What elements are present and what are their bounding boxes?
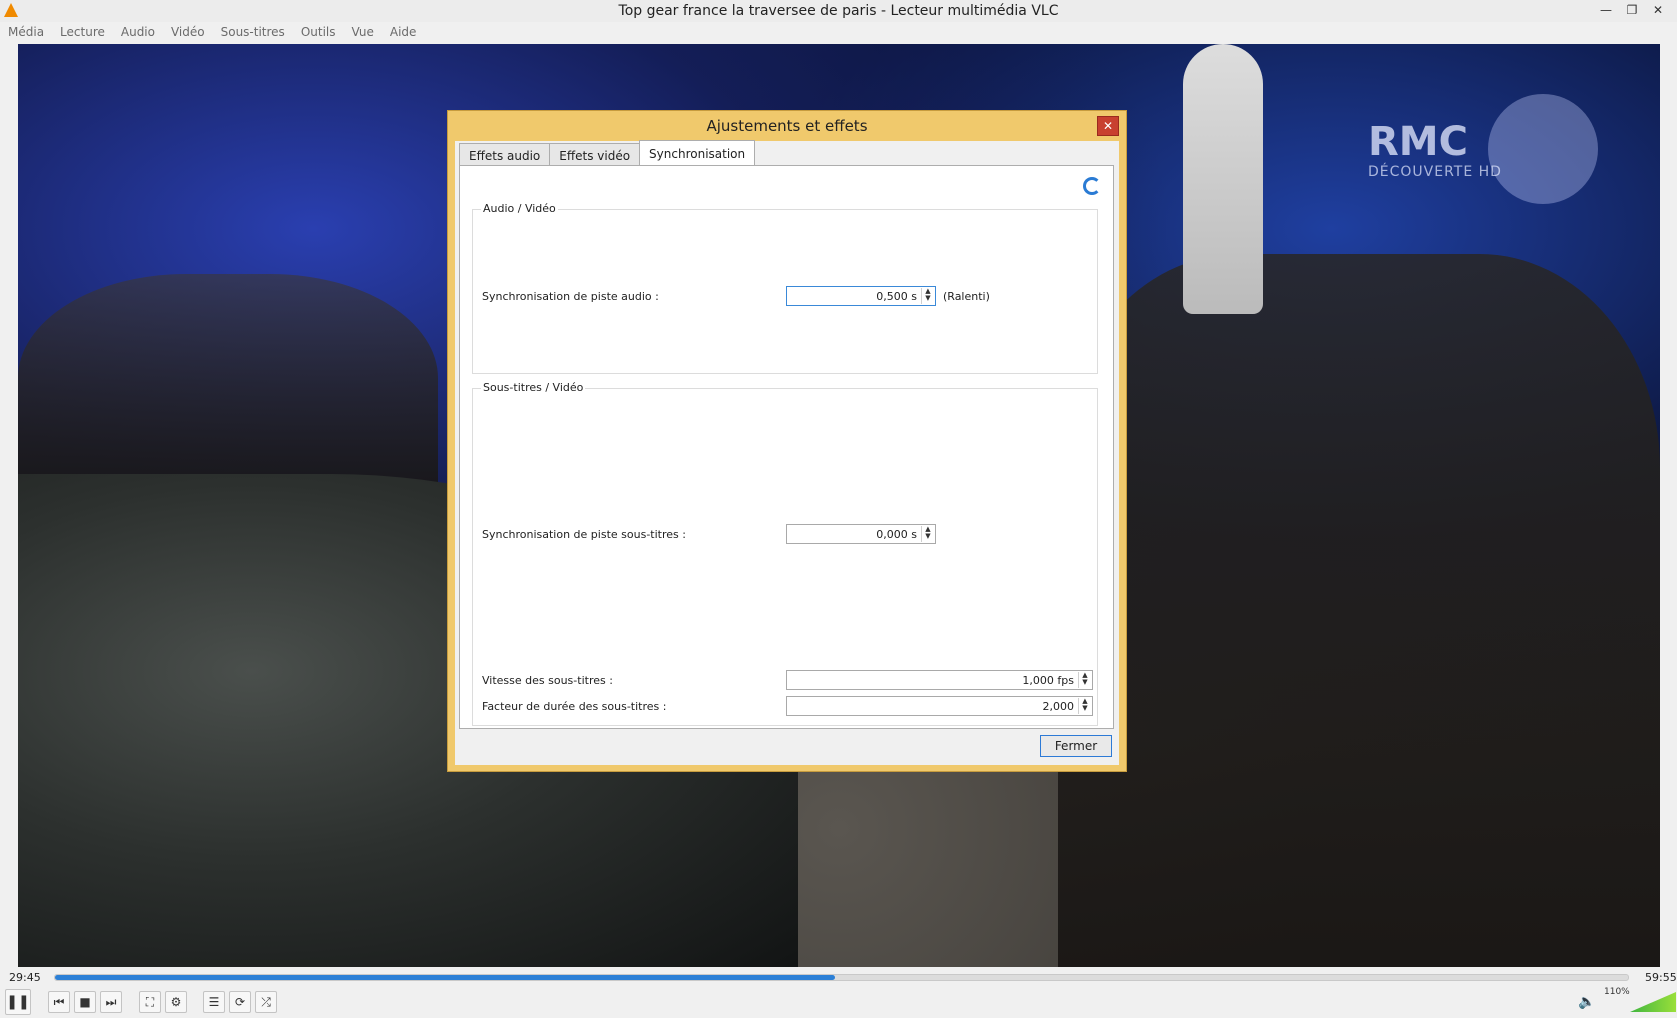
- menu-sous-titres[interactable]: Sous-titres: [213, 22, 293, 44]
- tab-effets-video[interactable]: Effets vidéo: [549, 143, 641, 165]
- previous-button[interactable]: ⏮: [48, 991, 70, 1013]
- menu-media[interactable]: Média: [0, 22, 52, 44]
- next-button[interactable]: ⏭: [100, 991, 122, 1013]
- sub-sync-label: Synchronisation de piste sous-titres :: [482, 528, 686, 541]
- volume-label: 110%: [1604, 987, 1630, 997]
- sub-speed-value: 1,000 fps: [1022, 674, 1074, 687]
- fermer-button[interactable]: Fermer: [1040, 735, 1112, 757]
- sub-speed-spinbox[interactable]: 1,000 fps ▲ ▼: [786, 670, 1093, 690]
- group-subtitles-label: Sous-titres / Vidéo: [481, 381, 586, 394]
- reset-icon[interactable]: [1083, 177, 1101, 195]
- menu-vue[interactable]: Vue: [344, 22, 382, 44]
- audio-sync-note: (Ralenti): [943, 290, 990, 303]
- tab-effets-audio[interactable]: Effets audio: [459, 143, 551, 165]
- seek-slider[interactable]: [54, 974, 1629, 981]
- spin-arrows-icon[interactable]: ▲ ▼: [1078, 698, 1091, 714]
- menu-lecture[interactable]: Lecture: [52, 22, 113, 44]
- loop-button[interactable]: ⟳: [229, 991, 251, 1013]
- stop-button[interactable]: ■: [74, 991, 96, 1013]
- sub-speed-label: Vitesse des sous-titres :: [482, 674, 613, 687]
- spin-arrows-icon[interactable]: ▲ ▼: [921, 526, 934, 542]
- audio-sync-value: 0,500 s: [876, 290, 917, 303]
- channel-logo: RMC: [1368, 119, 1468, 165]
- fullscreen-button[interactable]: ⛶: [139, 991, 161, 1013]
- sub-sync-spinbox[interactable]: 0,000 s ▲ ▼: [786, 524, 936, 544]
- close-window-button[interactable]: ✕: [1645, 0, 1671, 20]
- spin-arrows-icon[interactable]: ▲ ▼: [921, 288, 934, 304]
- shuffle-button[interactable]: ⤮: [255, 991, 277, 1013]
- group-audio-video-label: Audio / Vidéo: [481, 202, 558, 215]
- extended-settings-button[interactable]: ⚙: [165, 991, 187, 1013]
- menubar: Média Lecture Audio Vidéo Sous-titres Ou…: [0, 22, 1677, 44]
- channel-logo-subtitle: DÉCOUVERTE HD: [1368, 164, 1502, 180]
- dialog-close-icon[interactable]: ✕: [1097, 116, 1119, 136]
- sub-sync-value: 0,000 s: [876, 528, 917, 541]
- sync-panel: Audio / Vidéo Synchronisation de piste a…: [459, 165, 1114, 729]
- window-titlebar: Top gear france la traversee de paris - …: [0, 0, 1677, 22]
- channel-logo-globe: [1488, 94, 1598, 204]
- pause-button[interactable]: ❚❚: [5, 989, 31, 1015]
- seek-row: 29:45 59:55: [0, 967, 1677, 987]
- group-audio-video: Audio / Vidéo Synchronisation de piste a…: [472, 202, 1098, 374]
- menu-outils[interactable]: Outils: [293, 22, 344, 44]
- elapsed-time: 29:45: [9, 971, 41, 984]
- video-scene-crowd-right: [1058, 254, 1660, 967]
- menu-aide[interactable]: Aide: [382, 22, 425, 44]
- menu-video[interactable]: Vidéo: [163, 22, 213, 44]
- dialog-tabs: Effets audio Effets vidéo Synchronisatio…: [459, 140, 756, 165]
- dialog-title: Ajustements et effets: [706, 117, 868, 135]
- menu-audio[interactable]: Audio: [113, 22, 163, 44]
- seek-progress-fill: [55, 975, 836, 980]
- sub-duration-label: Facteur de durée des sous-titres :: [482, 700, 667, 713]
- sub-duration-spinbox[interactable]: 2,000 ▲ ▼: [786, 696, 1093, 716]
- dialog-body: Effets audio Effets vidéo Synchronisatio…: [455, 140, 1119, 765]
- spin-arrows-icon[interactable]: ▲ ▼: [1078, 672, 1091, 688]
- sub-duration-value: 2,000: [1042, 700, 1075, 713]
- tab-synchronisation[interactable]: Synchronisation: [639, 140, 756, 165]
- volume-slider[interactable]: [1630, 992, 1676, 1012]
- window-title: Top gear france la traversee de paris - …: [618, 3, 1059, 19]
- group-subtitles-video: Sous-titres / Vidéo Synchronisation de p…: [472, 381, 1098, 726]
- audio-sync-label: Synchronisation de piste audio :: [482, 290, 659, 303]
- speaker-icon[interactable]: 🔈: [1578, 994, 1595, 1010]
- maximize-button[interactable]: ❐: [1619, 0, 1645, 20]
- playlist-button[interactable]: ☰: [203, 991, 225, 1013]
- controls-bar: ❚❚ ⏮ ■ ⏭ ⛶ ⚙ ☰ ⟳ ⤮ 🔈 110%: [0, 987, 1677, 1018]
- minimize-button[interactable]: —: [1593, 0, 1619, 20]
- video-scene-figure: [1183, 44, 1263, 314]
- audio-sync-spinbox[interactable]: 0,500 s ▲ ▼: [786, 286, 936, 306]
- adjustments-dialog: Ajustements et effets ✕ Effets audio Eff…: [447, 110, 1127, 772]
- total-time: 59:55: [1645, 971, 1677, 984]
